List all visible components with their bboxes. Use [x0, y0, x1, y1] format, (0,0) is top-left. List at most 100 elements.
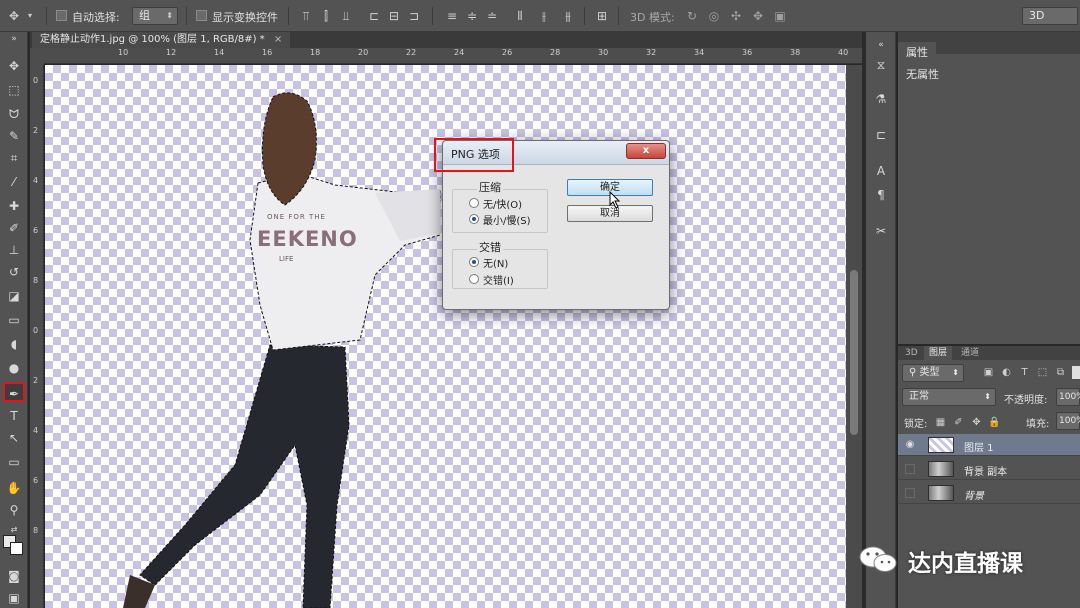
distribute-bottom-icon[interactable]: ≐ [484, 8, 500, 24]
filter-adjustment-icon[interactable]: ◐ [1000, 366, 1013, 379]
layer-thumbnail [928, 485, 954, 501]
dodge-tool-icon[interactable]: ● [3, 358, 25, 378]
pen-tool-icon[interactable]: ✒ [3, 382, 25, 402]
auto-align-icon[interactable]: ⊞ [594, 8, 610, 24]
healing-brush-tool-icon[interactable]: ✚ [3, 196, 25, 216]
eyedropper-tool-icon[interactable]: ⁄ [3, 172, 25, 192]
tools-settings-panel-icon[interactable]: ✂ [872, 222, 890, 240]
quick-mask-icon[interactable]: ◙ [3, 566, 25, 586]
compression-fast-radio[interactable] [469, 198, 479, 208]
blur-tool-icon[interactable]: ◖ [3, 334, 25, 354]
crop-tool-icon[interactable]: ⌗ [3, 148, 25, 168]
divider [618, 7, 619, 25]
align-hcenter-icon[interactable]: ⊟ [386, 8, 402, 24]
interlace-on-label[interactable]: 交错(I) [483, 272, 514, 287]
screen-mode-icon[interactable]: ▣ [3, 588, 25, 608]
quick-selection-tool-icon[interactable]: ✎ [3, 126, 25, 146]
visibility-toggle[interactable] [905, 488, 915, 498]
ruler-label: 12 [166, 48, 177, 57]
layer-filter-dropdown[interactable]: ⚲ 类型 ⬍ [902, 364, 964, 382]
marquee-tool-icon[interactable]: ⬚ [3, 80, 25, 100]
history-panel-icon[interactable]: ⧖ [872, 56, 890, 74]
distribute-vcenter-icon[interactable]: ≑ [464, 8, 480, 24]
hand-tool-icon[interactable]: ✋ [3, 478, 25, 498]
rectangle-tool-icon[interactable]: ▭ [3, 452, 25, 472]
tab-channels[interactable]: 通道 [956, 346, 984, 360]
dialog-close-button[interactable]: x [626, 143, 666, 159]
tab-3d[interactable]: 3D [900, 346, 923, 360]
layer-row[interactable]: ◉ 图层 1 [898, 434, 1080, 456]
align-left-icon[interactable]: ⊏ [366, 8, 382, 24]
character-panel-icon[interactable]: A [872, 162, 890, 180]
auto-select-dropdown[interactable]: 组 ⬍ [132, 7, 178, 25]
interlace-on-radio[interactable] [469, 274, 479, 284]
zoom-tool-icon[interactable]: ⚲ [3, 500, 25, 520]
move-tool-icon[interactable]: ✥ [3, 56, 25, 76]
properties-tab[interactable]: 属性 [898, 42, 936, 64]
clone-stamp-tool-icon[interactable]: ⊥ [3, 240, 25, 260]
tool-preset-dropdown-icon[interactable]: ▾ [24, 8, 36, 24]
compression-fast-label[interactable]: 无/快(O) [483, 196, 522, 211]
tab-layers[interactable]: 图层 [924, 346, 953, 360]
close-tab-icon[interactable]: × [274, 34, 282, 45]
3d-pan-icon[interactable]: ✣ [728, 8, 744, 24]
background-color-swatch[interactable] [10, 542, 23, 555]
distribute-left-icon[interactable]: ⫴ [512, 8, 528, 24]
clone-source-panel-icon[interactable]: ⊏ [872, 126, 890, 144]
lock-position-icon[interactable]: ✥ [970, 416, 983, 429]
lock-transparent-icon[interactable]: ▦ [934, 416, 947, 429]
brush-preset-panel-icon[interactable]: ⚗ [872, 90, 890, 108]
history-brush-tool-icon[interactable]: ↺ [3, 262, 25, 282]
distribute-top-icon[interactable]: ≡ [444, 8, 460, 24]
align-right-icon[interactable]: ⊐ [406, 8, 422, 24]
move-tool-icon[interactable]: ✥ [6, 8, 22, 24]
brush-tool-icon[interactable]: ✐ [3, 218, 25, 238]
document-tab[interactable]: 定格静止动作1.jpg @ 100% (图层 1, RGB/8#) * × [32, 32, 291, 48]
expand-panels-icon[interactable]: « [872, 36, 890, 54]
3d-roll-icon[interactable]: ◎ [706, 8, 722, 24]
scrollbar-thumb[interactable] [850, 270, 858, 435]
paragraph-panel-icon[interactable]: ¶ [872, 186, 890, 204]
auto-select-checkbox[interactable] [56, 10, 67, 21]
ruler-label: 14 [214, 48, 225, 57]
lock-all-icon[interactable]: 🔒 [988, 416, 1001, 429]
interlace-none-radio[interactable] [469, 257, 479, 267]
3d-slide-icon[interactable]: ✥ [750, 8, 766, 24]
layer-row[interactable]: 背景 副本 [898, 458, 1080, 480]
lock-image-icon[interactable]: ✐ [952, 416, 965, 429]
type-tool-icon[interactable]: T [3, 406, 25, 426]
filter-smart-object-icon[interactable]: ⧉ [1054, 366, 1067, 379]
distribute-right-icon[interactable]: ⫵ [560, 8, 576, 24]
align-bottom-icon[interactable]: ⫫ [338, 8, 354, 24]
3d-scale-icon[interactable]: ▣ [772, 8, 788, 24]
collapse-toolbar-icon[interactable]: » [3, 34, 25, 44]
blend-mode-dropdown[interactable]: 正常 ⬍ [902, 388, 996, 406]
opacity-input[interactable]: 100% [1056, 388, 1080, 406]
3d-rotate-icon[interactable]: ↻ [684, 8, 700, 24]
eraser-tool-icon[interactable]: ◪ [3, 286, 25, 306]
filter-pixel-icon[interactable]: ▣ [982, 366, 995, 379]
layer-row[interactable]: 背景 [898, 482, 1080, 504]
visibility-toggle[interactable] [905, 464, 915, 474]
lasso-tool-icon[interactable]: ᗢ [3, 104, 25, 124]
align-top-icon[interactable]: ⫪ [298, 8, 314, 24]
gradient-tool-icon[interactable]: ▭ [3, 310, 25, 330]
chevron-down-icon: ⬍ [984, 392, 991, 401]
interlace-none-label[interactable]: 无(N) [483, 255, 508, 270]
document-title: 定格静止动作1.jpg @ 100% (图层 1, RGB/8#) * [40, 34, 265, 45]
divider [288, 7, 289, 25]
compression-smallest-radio[interactable] [469, 214, 479, 224]
filter-type-icon[interactable]: T [1018, 366, 1031, 379]
distribute-hcenter-icon[interactable]: ⫲ [536, 8, 552, 24]
fill-input[interactable]: 100% [1056, 412, 1080, 430]
show-transform-checkbox[interactable] [196, 10, 207, 21]
compression-smallest-label[interactable]: 最小/慢(S) [483, 212, 531, 227]
path-selection-tool-icon[interactable]: ↖ [3, 428, 25, 448]
canvas-vertical-scrollbar[interactable] [846, 65, 862, 608]
interlace-label: 交错 [477, 239, 503, 255]
align-vcenter-icon[interactable]: ⫿ [318, 8, 334, 24]
filter-toggle[interactable] [1072, 366, 1080, 379]
filter-shape-icon[interactable]: ⬚ [1036, 366, 1049, 379]
workspace-dropdown[interactable]: 3D [1022, 7, 1078, 25]
eye-icon[interactable]: ◉ [904, 439, 916, 451]
